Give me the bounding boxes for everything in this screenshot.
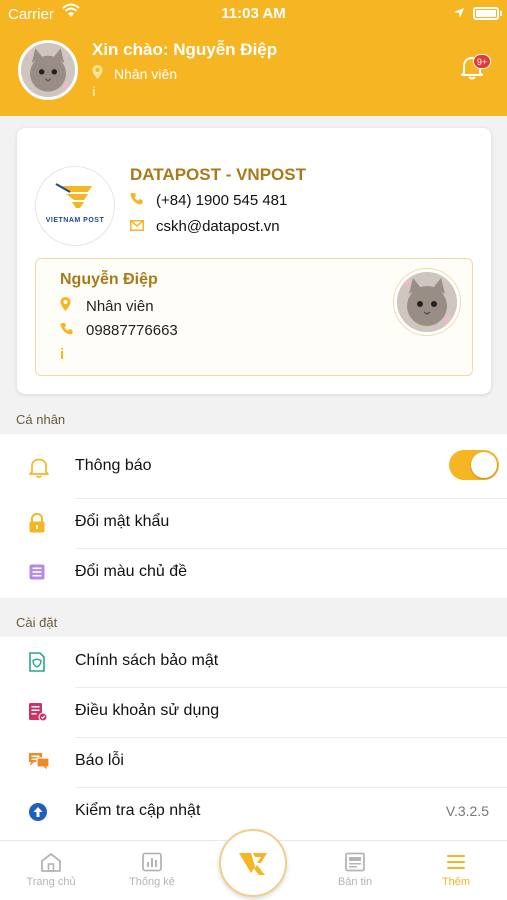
tab-bar: Trang chủ Thống kê Bản tin Thêm bbox=[0, 829, 507, 900]
header-role: Nhân viên bbox=[92, 65, 177, 82]
mail-icon bbox=[130, 218, 146, 235]
employee-phone-label: 09887776663 bbox=[86, 322, 178, 339]
tab-more-label: Thêm bbox=[441, 876, 471, 888]
home-icon bbox=[40, 852, 62, 872]
stats-icon bbox=[141, 852, 163, 872]
report-bug-label: Báo lỗi bbox=[75, 752, 124, 769]
greeting-text: Xin chào: Nguyễn Điệp bbox=[92, 40, 278, 59]
lock-icon bbox=[28, 512, 48, 533]
employee-card: Nguyễn Điệp Nhân viên 09887776663 i bbox=[35, 258, 473, 376]
settings-list: Chính sách bảo mật Điều khoản sử dụng Bá… bbox=[0, 637, 507, 840]
vietnam-post-logo: VIETNAM POST bbox=[35, 166, 115, 246]
privacy-policy-label: Chính sách bảo mật bbox=[75, 652, 219, 669]
logo-text: VIETNAM POST bbox=[45, 217, 105, 224]
upload-icon bbox=[28, 802, 48, 822]
list-item-notifications[interactable]: Thông báo bbox=[0, 434, 507, 498]
tab-home-label: Trang chủ bbox=[26, 876, 76, 888]
company-email-label: cskh@datapost.vn bbox=[156, 218, 280, 235]
section-title-settings: Cài đặt bbox=[16, 615, 58, 630]
location-pin-icon bbox=[60, 297, 74, 315]
employee-avatar[interactable] bbox=[394, 269, 460, 335]
tab-news[interactable]: Bản tin bbox=[315, 841, 395, 900]
menu-icon bbox=[445, 852, 467, 872]
terms-label: Điều khoản sử dụng bbox=[75, 702, 220, 719]
change-theme-label: Đổi màu chủ đề bbox=[75, 563, 188, 580]
status-bar: Carrier 11:03 AM bbox=[0, 0, 507, 30]
tab-stats[interactable]: Thống kê bbox=[112, 841, 192, 900]
notifications-toggle[interactable] bbox=[449, 450, 499, 480]
company-card: VIETNAM POST DATAPOST - VNPOST (+84) 190… bbox=[17, 128, 491, 394]
brand-logo-icon bbox=[232, 842, 274, 884]
battery-icon bbox=[473, 7, 502, 20]
employee-role: Nhân viên bbox=[60, 297, 154, 315]
company-phone-label: (+84) 1900 545 481 bbox=[156, 192, 288, 209]
chat-icon bbox=[28, 752, 50, 773]
location-pin-icon bbox=[92, 65, 104, 82]
check-update-label: Kiểm tra cập nhật bbox=[75, 802, 201, 819]
list-item-terms[interactable]: Điều khoản sử dụng bbox=[0, 687, 507, 737]
news-icon bbox=[344, 852, 366, 872]
phone-icon bbox=[60, 322, 74, 339]
list-item-change-theme[interactable]: Đổi màu chủ đề bbox=[0, 548, 507, 598]
notification-badge: 9+ bbox=[473, 54, 491, 69]
notifications-label: Thông báo bbox=[75, 457, 152, 474]
company-email[interactable]: cskh@datapost.vn bbox=[130, 218, 280, 235]
tab-stats-label: Thống kê bbox=[129, 876, 175, 888]
tab-home[interactable]: Trang chủ bbox=[11, 841, 91, 900]
header-role-label: Nhân viên bbox=[114, 66, 178, 82]
company-phone[interactable]: (+84) 1900 545 481 bbox=[130, 192, 287, 209]
employee-role-label: Nhân viên bbox=[86, 298, 154, 315]
phone-icon bbox=[130, 192, 146, 209]
center-action-button[interactable] bbox=[219, 829, 287, 897]
clock: 11:03 AM bbox=[221, 5, 286, 22]
info-icon: i bbox=[60, 346, 65, 363]
terms-icon bbox=[28, 702, 48, 722]
bell-icon bbox=[28, 456, 49, 478]
theme-icon bbox=[28, 563, 48, 583]
tab-more[interactable]: Thêm bbox=[416, 841, 496, 900]
company-name: DATAPOST - VNPOST bbox=[130, 165, 306, 184]
section-title-personal: Cá nhân bbox=[16, 412, 66, 427]
list-item-privacy-policy[interactable]: Chính sách bảo mật bbox=[0, 637, 507, 687]
location-arrow-icon bbox=[453, 6, 465, 23]
app-version: V.3.2.5 bbox=[445, 803, 489, 819]
list-item-change-password[interactable]: Đổi mật khẩu bbox=[0, 498, 507, 548]
header: Carrier 11:03 AM Xin chào: Nguyễn Điệp N… bbox=[0, 0, 507, 116]
change-password-label: Đổi mật khẩu bbox=[75, 513, 170, 530]
employee-name: Nguyễn Điệp bbox=[60, 271, 158, 288]
employee-phone[interactable]: 09887776663 bbox=[60, 322, 178, 339]
info-icon: i bbox=[92, 84, 96, 99]
personal-list: Thông báo Đổi mật khẩu Đổi màu chủ đề bbox=[0, 434, 507, 598]
tab-news-label: Bản tin bbox=[337, 876, 373, 888]
list-item-report-bug[interactable]: Báo lỗi bbox=[0, 737, 507, 787]
header-avatar[interactable] bbox=[18, 40, 78, 100]
shield-doc-icon bbox=[28, 652, 48, 672]
